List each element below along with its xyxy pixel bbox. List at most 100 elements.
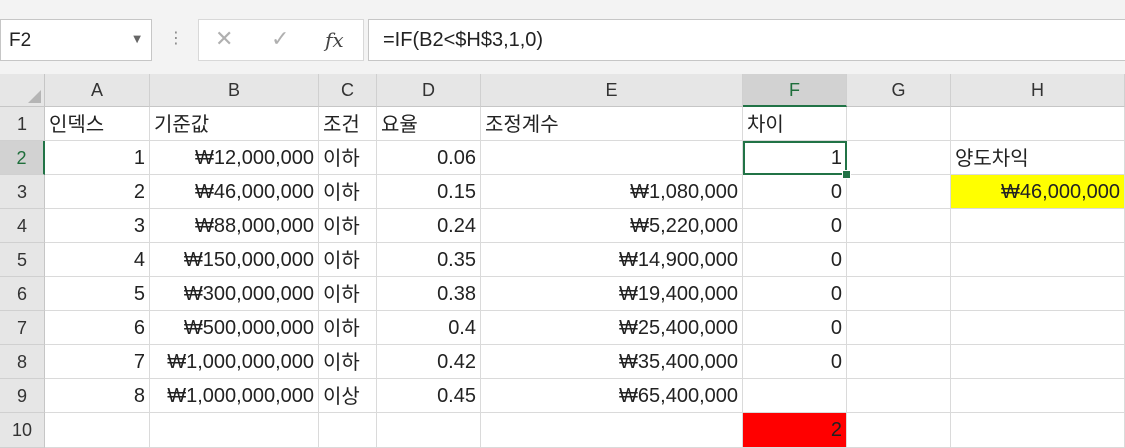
- cell-F5[interactable]: 0: [743, 243, 847, 277]
- cell-A7[interactable]: 6: [45, 311, 150, 345]
- cell-F4[interactable]: 0: [743, 209, 847, 243]
- row-header-3[interactable]: 3: [0, 175, 45, 209]
- row-header-9[interactable]: 9: [0, 379, 45, 413]
- cell-D10[interactable]: [377, 413, 481, 448]
- cell-F7[interactable]: 0: [743, 311, 847, 345]
- cell-H9[interactable]: [951, 379, 1125, 413]
- cell-A1[interactable]: 인덱스: [45, 107, 150, 141]
- cell-C2[interactable]: 이하: [319, 141, 377, 175]
- enter-icon[interactable]: ✓: [271, 20, 289, 60]
- cell-G5[interactable]: [847, 243, 951, 277]
- row-header-4[interactable]: 4: [0, 209, 45, 243]
- cell-D5[interactable]: 0.35: [377, 243, 481, 277]
- cell-D2[interactable]: 0.06: [377, 141, 481, 175]
- row-header-1[interactable]: 1: [0, 107, 45, 141]
- cell-C1[interactable]: 조건: [319, 107, 377, 141]
- cell-A8[interactable]: 7: [45, 345, 150, 379]
- cell-H5[interactable]: [951, 243, 1125, 277]
- row-header-8[interactable]: 8: [0, 345, 45, 379]
- cell-F3[interactable]: 0: [743, 175, 847, 209]
- cell-C3[interactable]: 이하: [319, 175, 377, 209]
- column-header-H[interactable]: H: [951, 74, 1125, 107]
- cell-F8[interactable]: 0: [743, 345, 847, 379]
- cell-G1[interactable]: [847, 107, 951, 141]
- cell-H8[interactable]: [951, 345, 1125, 379]
- cell-D9[interactable]: 0.45: [377, 379, 481, 413]
- cell-B1[interactable]: 기준값: [150, 107, 319, 141]
- cell-C5[interactable]: 이하: [319, 243, 377, 277]
- cell-C8[interactable]: 이하: [319, 345, 377, 379]
- cell-F6[interactable]: 0: [743, 277, 847, 311]
- column-header-F[interactable]: F: [743, 74, 847, 107]
- column-header-A[interactable]: A: [45, 74, 150, 107]
- cell-E7[interactable]: ₩25,400,000: [481, 311, 743, 345]
- row-header-7[interactable]: 7: [0, 311, 45, 345]
- cell-G7[interactable]: [847, 311, 951, 345]
- cell-A4[interactable]: 3: [45, 209, 150, 243]
- cell-H3[interactable]: ₩46,000,000: [951, 175, 1125, 209]
- cell-G2[interactable]: [847, 141, 951, 175]
- column-header-D[interactable]: D: [377, 74, 481, 107]
- cell-F2[interactable]: 1: [743, 141, 847, 175]
- column-header-B[interactable]: B: [150, 74, 319, 107]
- cell-H4[interactable]: [951, 209, 1125, 243]
- cell-C7[interactable]: 이하: [319, 311, 377, 345]
- cell-A5[interactable]: 4: [45, 243, 150, 277]
- cell-G6[interactable]: [847, 277, 951, 311]
- select-all-button[interactable]: [0, 74, 45, 107]
- cell-D1[interactable]: 요율: [377, 107, 481, 141]
- cell-B6[interactable]: ₩300,000,000: [150, 277, 319, 311]
- cell-E3[interactable]: ₩1,080,000: [481, 175, 743, 209]
- column-header-G[interactable]: G: [847, 74, 951, 107]
- fill-handle[interactable]: [842, 170, 851, 179]
- cell-C4[interactable]: 이하: [319, 209, 377, 243]
- column-header-C[interactable]: C: [319, 74, 377, 107]
- cell-G3[interactable]: [847, 175, 951, 209]
- column-header-E[interactable]: E: [481, 74, 743, 107]
- cell-H6[interactable]: [951, 277, 1125, 311]
- cell-E4[interactable]: ₩5,220,000: [481, 209, 743, 243]
- insert-function-icon[interactable]: fx: [325, 20, 344, 60]
- cell-E1[interactable]: 조정계수: [481, 107, 743, 141]
- cell-B3[interactable]: ₩46,000,000: [150, 175, 319, 209]
- chevron-down-icon[interactable]: ▼: [133, 20, 141, 60]
- cell-B2[interactable]: ₩12,000,000: [150, 141, 319, 175]
- row-header-10[interactable]: 10: [0, 413, 45, 448]
- cell-G10[interactable]: [847, 413, 951, 448]
- drag-handle-icon[interactable]: ⋮: [168, 28, 184, 48]
- cell-G9[interactable]: [847, 379, 951, 413]
- cell-D8[interactable]: 0.42: [377, 345, 481, 379]
- row-header-6[interactable]: 6: [0, 277, 45, 311]
- cell-A9[interactable]: 8: [45, 379, 150, 413]
- cell-E10[interactable]: [481, 413, 743, 448]
- cell-B4[interactable]: ₩88,000,000: [150, 209, 319, 243]
- cell-H7[interactable]: [951, 311, 1125, 345]
- cell-H2[interactable]: 양도차익: [951, 141, 1125, 175]
- cell-E2[interactable]: [481, 141, 743, 175]
- cell-F10[interactable]: 2: [743, 413, 847, 448]
- cell-C6[interactable]: 이하: [319, 277, 377, 311]
- cell-B8[interactable]: ₩1,000,000,000: [150, 345, 319, 379]
- cell-E8[interactable]: ₩35,400,000: [481, 345, 743, 379]
- row-header-2[interactable]: 2: [0, 141, 45, 175]
- cell-F9[interactable]: [743, 379, 847, 413]
- cell-D4[interactable]: 0.24: [377, 209, 481, 243]
- formula-input[interactable]: =IF(B2<$H$3,1,0): [368, 19, 1125, 61]
- cell-B9[interactable]: ₩1,000,000,000: [150, 379, 319, 413]
- cell-D7[interactable]: 0.4: [377, 311, 481, 345]
- cell-A6[interactable]: 5: [45, 277, 150, 311]
- cell-G8[interactable]: [847, 345, 951, 379]
- cell-G4[interactable]: [847, 209, 951, 243]
- cell-E6[interactable]: ₩19,400,000: [481, 277, 743, 311]
- cell-B10[interactable]: [150, 413, 319, 448]
- name-box[interactable]: F2 ▼: [0, 19, 152, 61]
- cell-B5[interactable]: ₩150,000,000: [150, 243, 319, 277]
- cell-D6[interactable]: 0.38: [377, 277, 481, 311]
- cell-B7[interactable]: ₩500,000,000: [150, 311, 319, 345]
- cell-A10[interactable]: [45, 413, 150, 448]
- cell-F1[interactable]: 차이: [743, 107, 847, 141]
- cell-A2[interactable]: 1: [45, 141, 150, 175]
- cell-H10[interactable]: [951, 413, 1125, 448]
- cell-C9[interactable]: 이상: [319, 379, 377, 413]
- row-header-5[interactable]: 5: [0, 243, 45, 277]
